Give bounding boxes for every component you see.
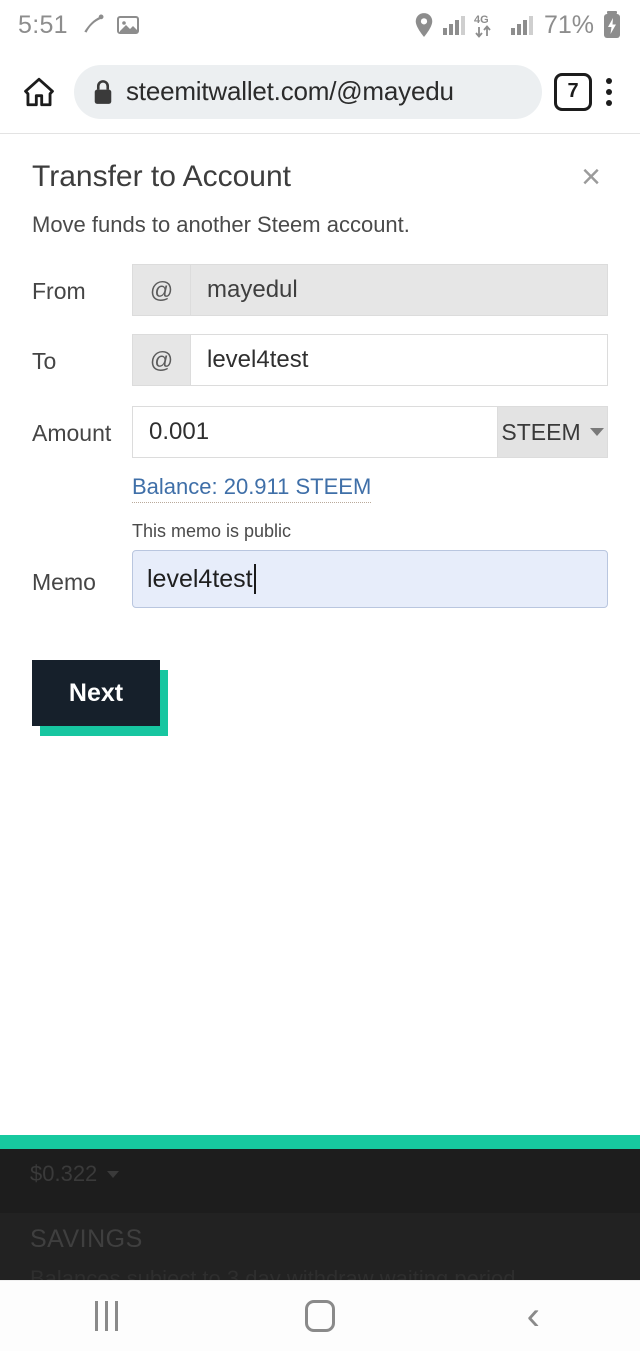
location-pin-icon (413, 12, 435, 38)
amount-row: Amount 0.001 STEEM Balance: 20.911 STEEM (0, 406, 640, 503)
transfer-modal: Transfer to Account Move funds to anothe… (0, 134, 640, 1134)
to-input[interactable]: level4test (190, 334, 608, 386)
svg-text:4G: 4G (474, 14, 489, 26)
android-navigation-bar: ‹ (0, 1280, 640, 1351)
from-input: mayedul (190, 264, 608, 316)
from-at-prefix: @ (132, 264, 190, 316)
price-value: $0.322 (30, 1161, 98, 1186)
page-title: Transfer to Account (32, 160, 292, 193)
to-field-wrap: @ level4test (132, 334, 608, 386)
from-row: From @ mayedul (0, 264, 640, 316)
balance-link[interactable]: Balance: 20.911 STEEM (132, 474, 372, 503)
modal-subtitle: Move funds to another Steem account. (32, 212, 410, 237)
amount-label: Amount (32, 420, 112, 446)
home-icon[interactable] (16, 69, 62, 115)
from-field-wrap: @ mayedul (132, 264, 608, 316)
status-bar: 5:51 4G 71% (0, 0, 640, 50)
price-chevron-down-icon (107, 1170, 120, 1178)
phone-screen: 5:51 4G 71% steemitwallet.com/@mayedu 7 … (0, 0, 640, 1351)
address-bar[interactable]: steemitwallet.com/@mayedu (74, 64, 542, 119)
home-nav-icon[interactable] (260, 1281, 380, 1351)
to-row: To @ level4test (0, 334, 640, 386)
savings-panel: SAVINGS Balances subject to 3 day withdr… (0, 1213, 640, 1280)
amount-input-group: 0.001 STEEM (132, 406, 608, 458)
amount-field-wrap: 0.001 STEEM Balance: 20.911 STEEM (132, 406, 608, 503)
to-input-group[interactable]: @ level4test (132, 334, 608, 386)
status-bar-left-icons (80, 12, 140, 38)
transfer-form: From @ mayedul To @ level4test Amount 0.… (0, 264, 640, 736)
text-cursor (253, 564, 256, 594)
from-label: From (32, 278, 86, 304)
back-icon[interactable]: ‹ (473, 1281, 593, 1351)
amount-input[interactable]: 0.001 (132, 406, 498, 458)
4g-data-icon: 4G (473, 12, 503, 38)
submit-row: Next (0, 620, 640, 736)
to-at-prefix: @ (132, 334, 190, 386)
signal-bars-icon (442, 14, 466, 36)
chevron-down-icon (589, 428, 604, 436)
battery-charging-icon (602, 11, 622, 39)
image-icon (116, 13, 140, 37)
savings-heading: SAVINGS (30, 1225, 143, 1253)
signal-bars-2-icon (510, 14, 534, 36)
memo-row: Memo This memo is public level4test (0, 521, 640, 608)
status-bar-clock: 5:51 (18, 10, 68, 39)
lock-icon (92, 79, 114, 105)
asset-select[interactable]: STEEM (498, 406, 608, 458)
savings-note: Balances subject to 3 day withdraw waiti… (30, 1266, 522, 1280)
memo-input-value: level4test (147, 564, 253, 593)
asset-select-value: STEEM (501, 418, 581, 445)
modal-header: Transfer to Account Move funds to anothe… (0, 134, 640, 238)
to-label: To (32, 348, 57, 374)
dimmed-background-page: $0.322 SAVINGS Balances subject to 3 day… (0, 1135, 640, 1280)
close-icon[interactable]: × (570, 156, 612, 198)
status-bar-right-icons: 4G 71% (413, 11, 622, 40)
from-input-group: @ mayedul (132, 264, 608, 316)
battery-percent-label: 71% (543, 10, 594, 39)
accent-bar (0, 1135, 640, 1149)
price-indicator[interactable]: $0.322 (0, 1149, 640, 1187)
kebab-menu-icon[interactable] (592, 70, 626, 114)
memo-label: Memo (32, 569, 96, 595)
memo-field-wrap: This memo is public level4test (132, 521, 608, 608)
memo-input[interactable]: level4test (132, 550, 608, 608)
next-button[interactable]: Next (32, 660, 168, 736)
tab-count-button[interactable]: 7 (554, 72, 592, 111)
recents-icon[interactable] (47, 1281, 167, 1351)
address-bar-url: steemitwallet.com/@mayedu (126, 76, 454, 106)
memo-hint: This memo is public (132, 521, 292, 541)
next-button-label: Next (32, 660, 160, 726)
browser-toolbar: steemitwallet.com/@mayedu 7 (0, 50, 640, 134)
telenor-logo-icon (80, 12, 106, 38)
